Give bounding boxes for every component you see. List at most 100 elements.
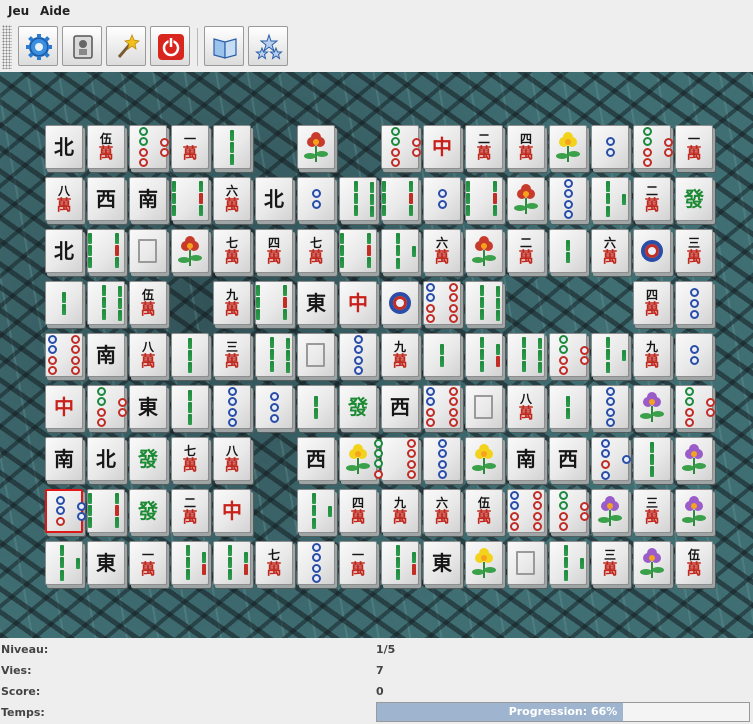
mahjong-tile[interactable] xyxy=(591,489,629,533)
mahjong-tile[interactable]: 一萬 xyxy=(675,125,713,169)
mahjong-tile[interactable]: 九萬 xyxy=(633,333,671,377)
mahjong-tile[interactable] xyxy=(87,385,127,429)
mahjong-tile[interactable]: 三萬 xyxy=(675,229,713,273)
new-game-button[interactable] xyxy=(18,26,58,66)
mahjong-tile[interactable] xyxy=(507,333,545,377)
mahjong-tile[interactable] xyxy=(339,229,387,273)
mahjong-tile[interactable]: 七萬 xyxy=(213,229,251,273)
mahjong-tile[interactable] xyxy=(381,541,419,585)
mahjong-tile[interactable]: 二萬 xyxy=(171,489,209,533)
mahjong-tile[interactable] xyxy=(465,541,503,585)
mahjong-tile[interactable]: 伍萬 xyxy=(465,489,503,533)
mahjong-tile[interactable] xyxy=(297,177,335,221)
mahjong-tile[interactable]: 七萬 xyxy=(297,229,335,273)
mahjong-tile[interactable] xyxy=(423,385,461,429)
mahjong-tile[interactable] xyxy=(297,125,335,169)
quit-button[interactable] xyxy=(150,26,190,66)
mahjong-tile[interactable]: 中 xyxy=(339,281,377,325)
mahjong-tile[interactable] xyxy=(171,333,209,377)
mahjong-tile[interactable] xyxy=(213,125,251,169)
mahjong-tile[interactable] xyxy=(87,489,135,533)
mahjong-tile[interactable] xyxy=(591,177,629,221)
mahjong-tile[interactable] xyxy=(213,541,251,585)
mahjong-tile[interactable] xyxy=(507,177,545,221)
mahjong-tile[interactable] xyxy=(213,385,251,429)
mahjong-tile[interactable] xyxy=(633,385,671,429)
mahjong-tile[interactable] xyxy=(549,541,587,585)
menu-jeu[interactable]: Jeu xyxy=(8,4,29,18)
mahjong-tile[interactable]: 伍萬 xyxy=(87,125,125,169)
mahjong-tile[interactable]: 西 xyxy=(549,437,587,481)
mahjong-tile[interactable]: 發 xyxy=(129,489,167,533)
mahjong-tile[interactable]: 南 xyxy=(87,333,125,377)
mahjong-tile[interactable] xyxy=(129,125,169,169)
mahjong-tile[interactable]: 四萬 xyxy=(633,281,671,325)
mahjong-tile[interactable] xyxy=(465,385,503,429)
mahjong-tile[interactable]: 北 xyxy=(45,125,83,169)
mahjong-tile[interactable] xyxy=(591,333,629,377)
toolbar-grip[interactable] xyxy=(2,25,12,69)
mahjong-tile[interactable] xyxy=(255,385,293,429)
mahjong-tile[interactable]: 四萬 xyxy=(339,489,377,533)
mahjong-tile[interactable]: 四萬 xyxy=(507,125,545,169)
mahjong-tile[interactable] xyxy=(591,385,629,429)
mahjong-tile[interactable]: 中 xyxy=(45,385,83,429)
mahjong-tile[interactable]: 南 xyxy=(507,437,545,481)
mahjong-tile[interactable] xyxy=(255,333,293,377)
mahjong-tile[interactable] xyxy=(633,437,671,481)
mahjong-tile[interactable] xyxy=(423,177,461,221)
mahjong-tile[interactable]: 南 xyxy=(129,177,167,221)
mahjong-tile[interactable] xyxy=(465,229,503,273)
mahjong-tile[interactable]: 北 xyxy=(45,229,83,273)
mahjong-tile[interactable] xyxy=(549,125,587,169)
mahjong-tile[interactable]: 九萬 xyxy=(381,333,419,377)
mahjong-tile[interactable] xyxy=(633,229,671,273)
mahjong-tile[interactable] xyxy=(171,385,209,429)
mahjong-tile[interactable] xyxy=(171,541,209,585)
mahjong-tile[interactable] xyxy=(374,437,438,481)
mahjong-tile[interactable] xyxy=(87,229,135,273)
mahjong-tile[interactable] xyxy=(675,437,713,481)
mahjong-tile[interactable] xyxy=(45,541,83,585)
mahjong-tile[interactable] xyxy=(465,281,503,325)
mahjong-tile[interactable] xyxy=(87,281,125,325)
mahjong-tile[interactable] xyxy=(381,177,429,221)
mahjong-tile[interactable]: 八萬 xyxy=(129,333,167,377)
mahjong-tile[interactable] xyxy=(423,281,461,325)
mahjong-tile[interactable] xyxy=(549,385,587,429)
mahjong-tile[interactable]: 東 xyxy=(87,541,125,585)
mahjong-tile[interactable]: 東 xyxy=(129,385,167,429)
mahjong-tile[interactable]: 六萬 xyxy=(423,489,461,533)
mahjong-tile[interactable] xyxy=(675,333,713,377)
mahjong-tile[interactable] xyxy=(423,437,461,481)
mahjong-tile[interactable]: 四萬 xyxy=(255,229,293,273)
mahjong-tile[interactable]: 一萬 xyxy=(129,541,167,585)
mahjong-tile[interactable]: 發 xyxy=(129,437,167,481)
mahjong-tile[interactable] xyxy=(633,125,673,169)
mahjong-tile[interactable]: 東 xyxy=(423,541,461,585)
mahjong-tile[interactable] xyxy=(339,333,377,377)
mahjong-tile[interactable] xyxy=(465,437,503,481)
mahjong-tile[interactable]: 南 xyxy=(45,437,83,481)
mahjong-tile[interactable]: 七萬 xyxy=(255,541,293,585)
mahjong-tile[interactable]: 七萬 xyxy=(171,437,209,481)
mahjong-tile[interactable] xyxy=(675,281,713,325)
mahjong-tile[interactable] xyxy=(465,177,513,221)
mahjong-tile[interactable] xyxy=(45,333,83,377)
mahjong-tile[interactable]: 西 xyxy=(381,385,419,429)
mahjong-tile[interactable]: 二萬 xyxy=(507,229,545,273)
mahjong-tile[interactable] xyxy=(297,333,335,377)
hint-button[interactable] xyxy=(106,26,146,66)
mahjong-tile[interactable]: 西 xyxy=(87,177,125,221)
mahjong-tile[interactable]: 一萬 xyxy=(339,541,377,585)
mahjong-tile[interactable]: 九萬 xyxy=(213,281,251,325)
menu-aide[interactable]: Aide xyxy=(40,4,70,18)
mahjong-tile[interactable] xyxy=(549,229,587,273)
mahjong-tile[interactable]: 東 xyxy=(297,281,335,325)
mahjong-tile[interactable]: 三萬 xyxy=(633,489,671,533)
mahjong-tile[interactable] xyxy=(591,125,629,169)
mahjong-tile[interactable]: 三萬 xyxy=(213,333,251,377)
mahjong-tile[interactable] xyxy=(381,229,419,273)
mahjong-tile[interactable]: 伍萬 xyxy=(129,281,167,325)
mahjong-tile[interactable]: 北 xyxy=(87,437,125,481)
